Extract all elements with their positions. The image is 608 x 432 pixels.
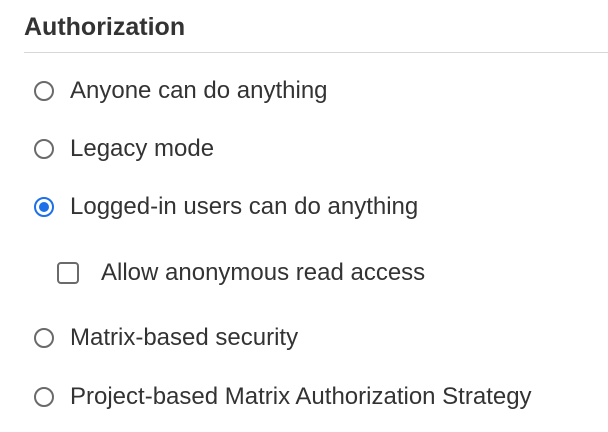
- radio-option-project-based-matrix[interactable]: Project-based Matrix Authorization Strat…: [34, 382, 532, 412]
- radio-button[interactable]: [34, 197, 54, 217]
- radio-option-logged-in-users[interactable]: Logged-in users can do anything: [34, 192, 418, 222]
- radio-button[interactable]: [34, 387, 54, 407]
- radio-option-label: Legacy mode: [70, 135, 215, 162]
- radio-option-label: Project-based Matrix Authorization Strat…: [70, 383, 532, 410]
- radio-option-label: Logged-in users can do anything: [70, 193, 419, 220]
- radio-option-anyone-can-do-anything[interactable]: Anyone can do anything: [34, 76, 328, 106]
- checkbox-label: Allow anonymous read access: [101, 259, 426, 286]
- section-title: Authorization: [24, 13, 186, 41]
- radio-button[interactable]: [34, 328, 54, 348]
- checkbox-allow-anonymous-read[interactable]: Allow anonymous read access: [57, 258, 425, 288]
- checkbox[interactable]: [57, 262, 79, 284]
- radio-option-label: Anyone can do anything: [70, 77, 328, 104]
- section-divider: [24, 52, 608, 53]
- radio-button[interactable]: [34, 139, 54, 159]
- radio-button[interactable]: [34, 81, 54, 101]
- radio-option-legacy-mode[interactable]: Legacy mode: [34, 134, 214, 164]
- authorization-section: Authorization Anyone can do anything Leg…: [0, 0, 608, 432]
- radio-option-matrix-based-security[interactable]: Matrix-based security: [34, 323, 298, 353]
- radio-option-label: Matrix-based security: [70, 324, 299, 351]
